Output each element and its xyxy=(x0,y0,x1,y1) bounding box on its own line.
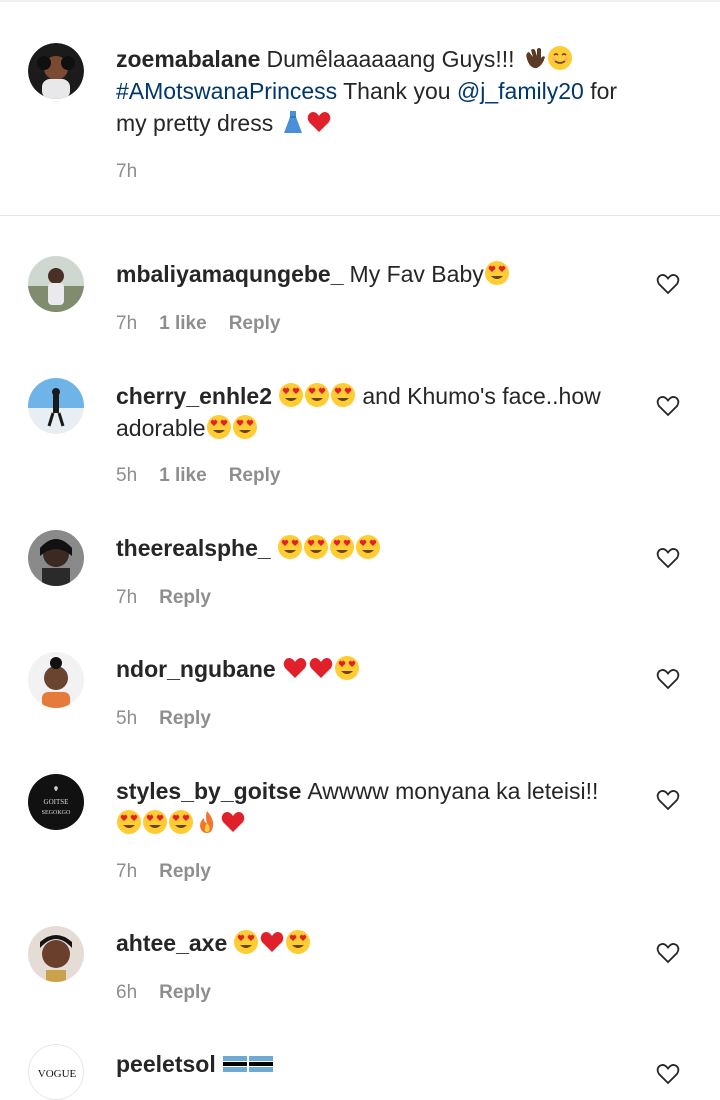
reply-button[interactable]: Reply xyxy=(159,861,211,883)
comment-time: 5h xyxy=(116,465,138,486)
post-caption: zoemabalane Dumêlaaaaaang Guys!!! #AMotsw… xyxy=(0,0,720,216)
comment-meta: 6h Reply xyxy=(116,982,211,1004)
avatar-text-goitse: GOITSE xyxy=(44,798,69,806)
caption-line3: my pretty dress xyxy=(116,110,274,136)
caption-time: 7h xyxy=(116,161,138,182)
reply-button[interactable]: Reply xyxy=(159,708,211,730)
dress-icon xyxy=(280,109,306,135)
comment-meta: 7h Reply xyxy=(116,587,211,609)
heart-eyes-icon xyxy=(232,414,258,440)
caption-line1: Dumêlaaaaaang Guys!!! xyxy=(266,46,515,72)
heart-eyes-icon xyxy=(330,382,356,408)
comment-username[interactable]: cherry_enhle2 xyxy=(116,383,272,409)
avatar[interactable] xyxy=(28,530,84,586)
like-heart-icon[interactable] xyxy=(655,545,681,571)
red-heart-icon xyxy=(282,655,308,681)
reply-button[interactable]: Reply xyxy=(159,982,211,1004)
comment-meta: 7h Reply xyxy=(116,861,211,883)
avatar-text-segokgo: SEGOKGO xyxy=(42,810,71,816)
like-heart-icon[interactable] xyxy=(655,1061,681,1087)
heart-eyes-icon xyxy=(233,929,259,955)
heart-eyes-icon xyxy=(168,809,194,835)
botswana-flag-icon xyxy=(248,1050,274,1076)
fire-icon xyxy=(194,809,220,835)
avatar[interactable] xyxy=(28,652,84,708)
like-heart-icon[interactable] xyxy=(655,940,681,966)
caption-mid-text: Thank you xyxy=(337,78,457,104)
comment-meta: 5h 1 like Reply xyxy=(116,465,280,487)
heart-eyes-icon xyxy=(355,534,381,560)
comment-body-line2: adorable xyxy=(116,415,206,441)
comment-text: ahtee_axe xyxy=(116,927,646,959)
comment-username[interactable]: mbaliyamaqungebe_ xyxy=(116,261,344,287)
avatar[interactable]: GOITSE SEGOKGO xyxy=(28,774,84,830)
smiling-face-icon xyxy=(547,45,573,71)
like-count[interactable]: 1 like xyxy=(159,313,207,335)
like-heart-icon[interactable] xyxy=(655,666,681,692)
heart-eyes-icon xyxy=(304,382,330,408)
heart-eyes-icon xyxy=(142,809,168,835)
heart-eyes-icon xyxy=(329,534,355,560)
red-heart-icon xyxy=(308,655,334,681)
heart-eyes-icon xyxy=(206,414,232,440)
avatar[interactable] xyxy=(28,43,84,99)
reply-button[interactable]: Reply xyxy=(229,313,281,335)
comment-username[interactable]: styles_by_goitse xyxy=(116,778,301,804)
comment-username[interactable]: peeletsol xyxy=(116,1051,216,1077)
reply-button[interactable]: Reply xyxy=(229,465,281,487)
avatar[interactable] xyxy=(28,926,84,982)
heart-eyes-icon xyxy=(116,809,142,835)
caption-after-mention: for xyxy=(583,78,618,104)
avatar[interactable] xyxy=(28,256,84,312)
waving-hand-dark-icon xyxy=(521,45,547,71)
heart-eyes-icon xyxy=(285,929,311,955)
comment-username[interactable]: theerealsphe_ xyxy=(116,535,271,561)
caption-meta: 7h xyxy=(116,161,137,183)
comment-time: 5h xyxy=(116,708,138,729)
heart-eyes-icon xyxy=(334,655,360,681)
comment-body: My Fav Baby xyxy=(349,261,484,287)
heart-eyes-icon xyxy=(278,382,304,408)
like-heart-icon[interactable] xyxy=(655,393,681,419)
comment-text: peeletsol xyxy=(116,1048,646,1080)
comment-time: 7h xyxy=(116,861,138,882)
comment-username[interactable]: ndor_ngubane xyxy=(116,656,276,682)
comment-meta: 5h Reply xyxy=(116,708,211,730)
comment-time: 7h xyxy=(116,313,138,334)
comment-time: 6h xyxy=(116,982,138,1003)
comment-text: mbaliyamaqungebe_ My Fav Baby xyxy=(116,258,646,290)
comment-time: 7h xyxy=(116,587,138,608)
comment-meta: 7h 1 like Reply xyxy=(116,313,280,335)
comment-text: theerealsphe_ xyxy=(116,532,646,564)
caption-username[interactable]: zoemabalane xyxy=(116,46,260,72)
hashtag-link[interactable]: #AMotswanaPrincess xyxy=(116,78,337,104)
heart-eyes-icon xyxy=(277,534,303,560)
botswana-flag-icon xyxy=(222,1050,248,1076)
red-heart-icon xyxy=(259,929,285,955)
comment-username[interactable]: ahtee_axe xyxy=(116,930,227,956)
heart-eyes-icon xyxy=(484,260,510,286)
mention-link[interactable]: @j_family20 xyxy=(457,78,584,104)
like-count[interactable]: 1 like xyxy=(159,465,207,487)
red-heart-icon xyxy=(306,109,332,135)
avatar[interactable]: VOGUE xyxy=(28,1044,84,1100)
caption-text: zoemabalane Dumêlaaaaaang Guys!!! #AMotsw… xyxy=(116,43,646,139)
comment-text: cherry_enhle2 and Khumo's face..how ador… xyxy=(116,380,646,444)
comment-body: Awwww monyana ka leteisi!! xyxy=(307,778,599,804)
like-heart-icon[interactable] xyxy=(655,271,681,297)
like-heart-icon[interactable] xyxy=(655,787,681,813)
comment-body: and Khumo's face..how xyxy=(362,383,601,409)
avatar[interactable] xyxy=(28,378,84,434)
reply-button[interactable]: Reply xyxy=(159,587,211,609)
comment-text: ndor_ngubane xyxy=(116,653,646,685)
red-heart-icon xyxy=(220,809,246,835)
comment-text: styles_by_goitse Awwww monyana ka leteisi… xyxy=(116,775,646,839)
avatar-text-vogue: VOGUE xyxy=(38,1068,77,1080)
heart-eyes-icon xyxy=(303,534,329,560)
